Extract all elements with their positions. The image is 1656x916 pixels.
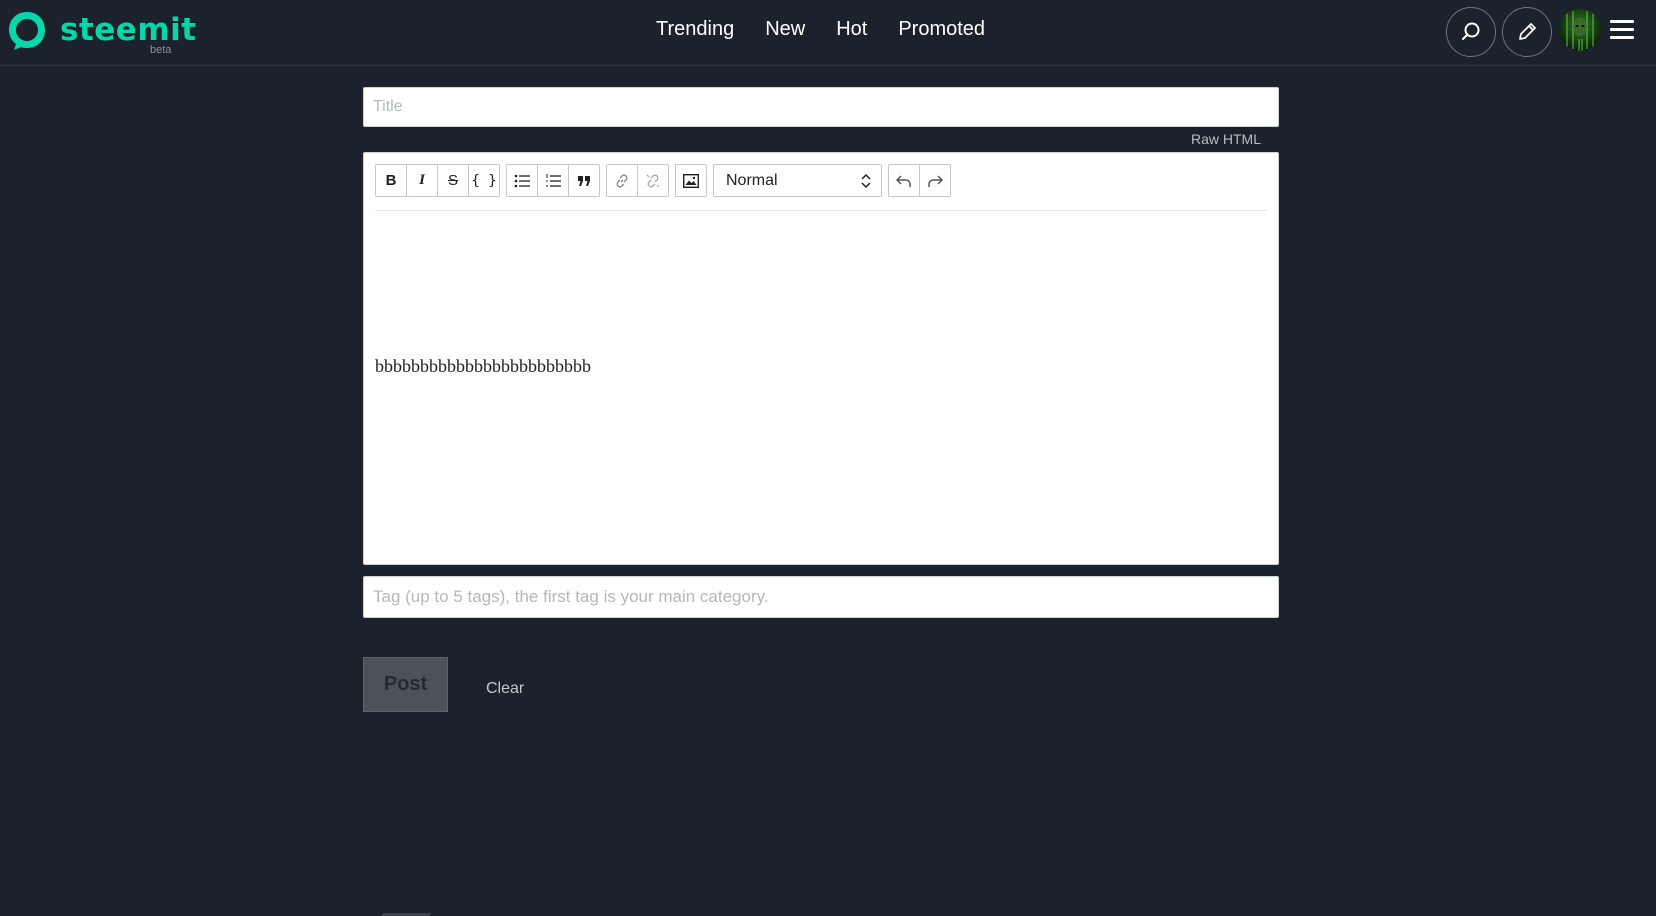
logo-wordmark: steemit — [60, 12, 197, 48]
steemit-logo[interactable]: steemit beta — [6, 8, 196, 56]
avatar-image — [1566, 11, 1594, 51]
bullet-list-icon — [514, 174, 530, 187]
link-group — [606, 164, 669, 197]
rich-text-editor[interactable]: B I S { } Normal bbbbbbbbbbbbbbbbbbbbbbb… — [363, 152, 1279, 565]
image-group — [675, 164, 707, 197]
top-navigation-bar: steemit beta Trending New Hot Promoted — [0, 0, 1656, 66]
nav-trending[interactable]: Trending — [656, 18, 734, 41]
quote-icon — [578, 175, 590, 186]
unlink-icon — [646, 174, 660, 187]
clear-button[interactable]: Clear — [486, 680, 524, 698]
blockquote-button[interactable] — [568, 164, 600, 197]
bold-button[interactable]: B — [375, 164, 407, 197]
link-button[interactable] — [606, 164, 638, 197]
editor-toolbar: B I S { } Normal — [375, 164, 957, 197]
raw-html-toggle[interactable]: Raw HTML — [1191, 131, 1261, 147]
tag-input[interactable] — [363, 576, 1279, 618]
hamburger-icon-line — [1610, 36, 1634, 39]
search-icon — [1462, 22, 1480, 40]
text-style-group: B I S { } — [375, 164, 500, 197]
block-format-value: Normal — [726, 171, 778, 189]
list-group — [506, 164, 600, 197]
history-group — [888, 164, 951, 197]
block-format-select[interactable]: Normal — [713, 164, 882, 197]
link-icon — [616, 174, 628, 187]
title-input[interactable] — [363, 87, 1279, 127]
compose-button[interactable] — [1502, 7, 1552, 57]
pencil-icon — [1519, 23, 1536, 40]
logo-beta-tag: beta — [150, 44, 172, 56]
nav-hot[interactable]: Hot — [836, 18, 867, 41]
unlink-button[interactable] — [637, 164, 669, 197]
hamburger-icon — [1610, 20, 1634, 23]
undo-button[interactable] — [888, 164, 920, 197]
insert-image-button[interactable] — [675, 164, 707, 197]
search-button[interactable] — [1446, 7, 1496, 57]
numbered-list-icon — [546, 173, 561, 187]
nav-new[interactable]: New — [765, 18, 805, 41]
post-button[interactable]: Post — [363, 657, 448, 712]
user-avatar[interactable] — [1559, 9, 1601, 51]
numbered-list-button[interactable] — [537, 164, 569, 197]
toolbar-divider — [375, 210, 1267, 211]
code-button[interactable]: { } — [468, 164, 500, 197]
editor-body-text[interactable]: bbbbbbbbbbbbbbbbbbbbbbbb — [375, 356, 591, 377]
hamburger-icon-line — [1610, 28, 1634, 31]
menu-button[interactable] — [1610, 20, 1634, 40]
nav-promoted[interactable]: Promoted — [898, 18, 985, 41]
main-nav: Trending New Hot Promoted — [656, 18, 1016, 41]
bullet-list-button[interactable] — [506, 164, 538, 197]
select-arrows-icon — [861, 173, 871, 189]
steemit-logo-icon — [9, 12, 45, 50]
redo-icon — [928, 174, 943, 187]
italic-button[interactable]: I — [406, 164, 438, 197]
undo-icon — [896, 174, 911, 187]
strikethrough-button[interactable]: S — [437, 164, 469, 197]
image-icon — [683, 173, 699, 188]
redo-button[interactable] — [919, 164, 951, 197]
